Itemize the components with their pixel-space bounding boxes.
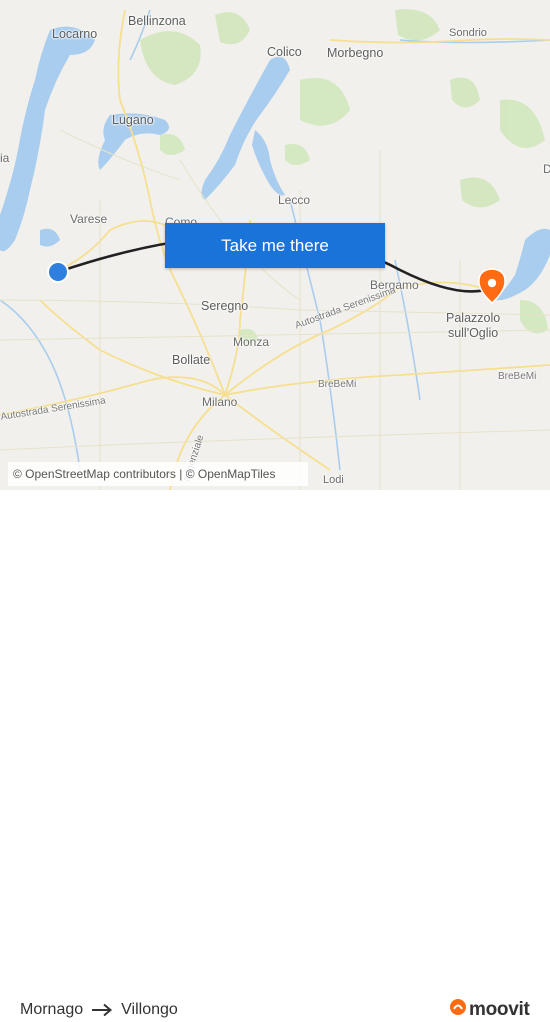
label-palazzolo: Palazzolo sull'Oglio [446,311,501,340]
origin-marker[interactable] [47,261,69,283]
label-edge-right: D [543,162,550,176]
label-monza: Monza [233,335,270,349]
label-locarno: Locarno [52,27,98,41]
label-colico: Colico [267,45,302,59]
page: Bellinzona Locarno Sondrio Colico Morbeg… [0,0,550,1020]
moovit-logo[interactable]: moovit [449,998,530,1022]
map-attribution: © OpenStreetMap contributors | © OpenMap… [8,462,308,486]
label-lodi: Lodi [323,474,344,486]
moovit-pin-icon [449,998,467,1022]
arrow-right-icon [91,1003,113,1017]
label-bollate: Bollate [172,353,211,367]
label-sondrio: Sondrio [449,27,487,39]
route-summary: Mornago Villongo [20,1001,178,1019]
footer-bar: Mornago Villongo moovit [0,490,550,1020]
label-varese: Varese [70,212,108,226]
road-label-brebemi-1: BreBeMi [318,379,357,390]
route-origin: Mornago [20,1001,84,1018]
map-view[interactable]: Bellinzona Locarno Sondrio Colico Morbeg… [0,0,550,490]
label-milano: Milano [202,395,238,409]
label-morbegno: Morbegno [327,46,384,60]
take-me-there-button[interactable]: Take me there [165,223,385,268]
label-edge-left: ia [0,151,10,165]
label-lecco: Lecco [278,193,311,207]
route-destination: Villongo [121,1001,178,1018]
road-label-brebemi-2: BreBeMi [498,371,537,382]
label-seregno: Seregno [201,299,249,313]
label-lugano: Lugano [112,113,154,127]
brand-name: moovit [469,999,530,1020]
label-bellinzona: Bellinzona [128,14,186,28]
